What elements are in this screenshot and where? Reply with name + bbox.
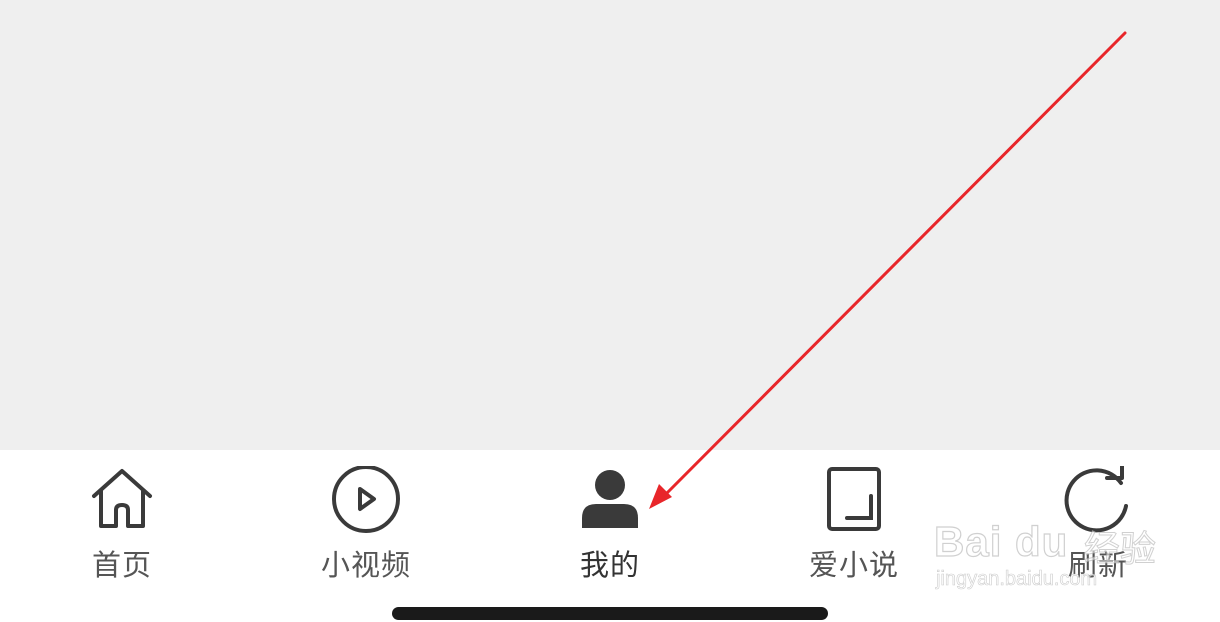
tab-home[interactable]: 首页 xyxy=(32,466,212,586)
book-icon xyxy=(827,467,881,531)
play-circle-icon xyxy=(332,466,400,533)
user-icon xyxy=(582,470,638,528)
tab-home-label: 首页 xyxy=(91,548,152,582)
tab-short-video-label: 小视频 xyxy=(320,548,411,582)
tab-refresh[interactable]: 刷新 xyxy=(1008,466,1188,586)
tab-mine-label: 我的 xyxy=(579,548,640,582)
home-indicator[interactable] xyxy=(392,607,828,620)
content-area xyxy=(0,0,1220,450)
tab-novel[interactable]: 爱小说 xyxy=(764,466,944,586)
tab-short-video[interactable]: 小视频 xyxy=(276,466,456,586)
tab-refresh-label: 刷新 xyxy=(1067,548,1128,582)
tab-novel-label: 爱小说 xyxy=(808,548,899,582)
tab-mine[interactable]: 我的 xyxy=(520,466,700,586)
refresh-icon xyxy=(1064,466,1128,533)
bottom-tab-bar: 首页 小视频 我的 爱小说 刷新 xyxy=(0,450,1220,622)
home-icon xyxy=(92,469,152,528)
